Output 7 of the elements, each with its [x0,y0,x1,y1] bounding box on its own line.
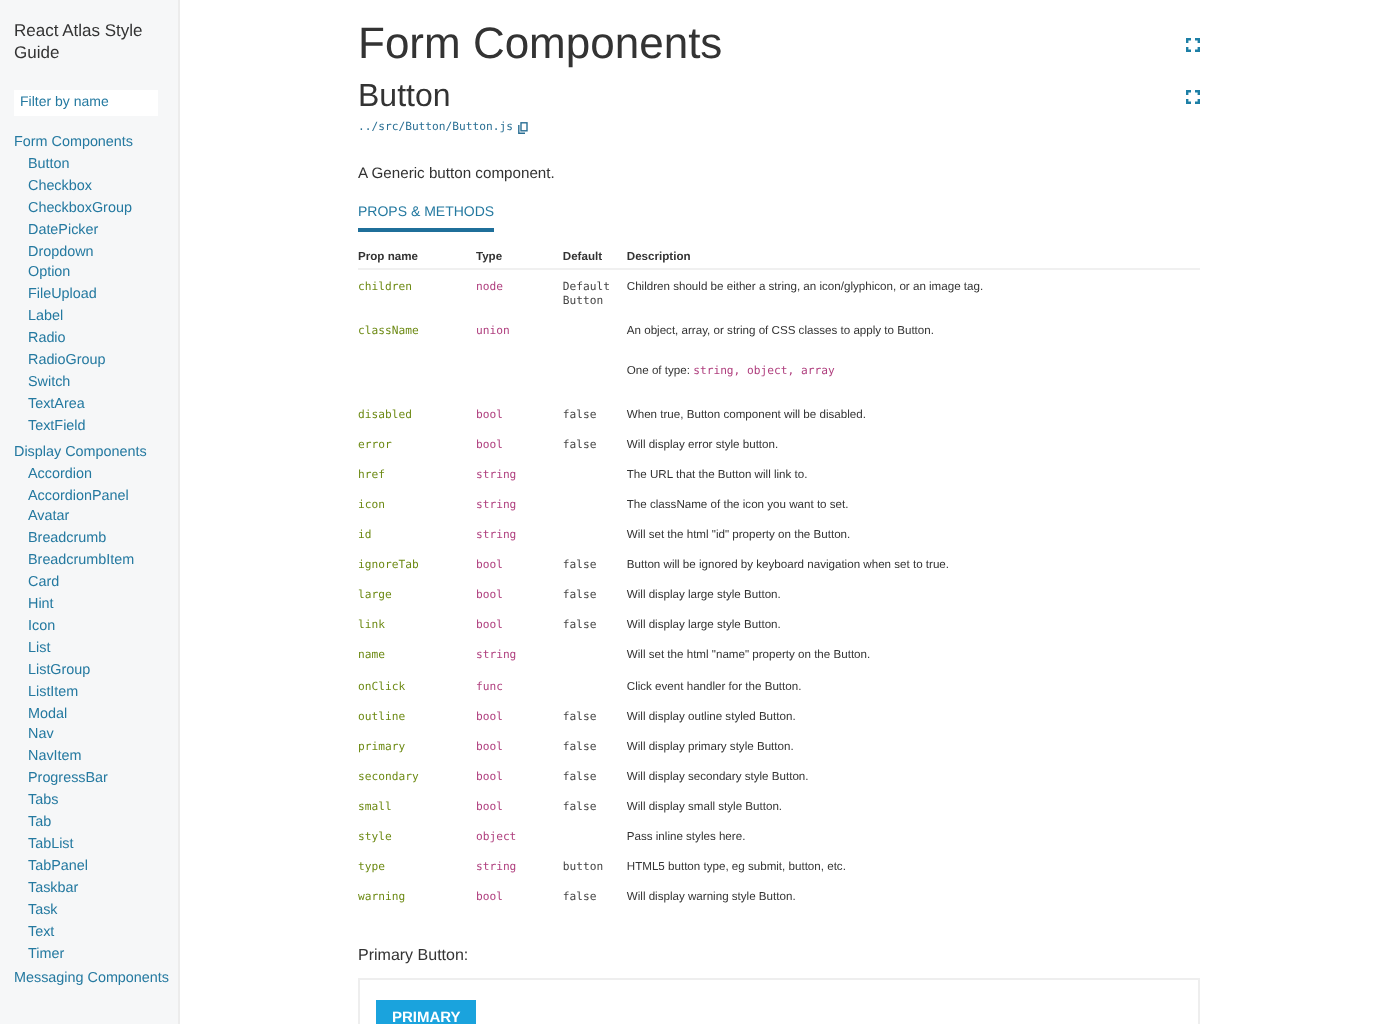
expand-icon[interactable] [1186,89,1200,103]
sidebar-title: React Atlas Style Guide [14,20,145,62]
example-title: Primary Button: [358,945,471,964]
component-title: Button [358,78,451,118]
page-title: Form Components [358,16,723,72]
copy-icon[interactable] [518,122,529,134]
expand-icon[interactable] [1186,37,1200,51]
